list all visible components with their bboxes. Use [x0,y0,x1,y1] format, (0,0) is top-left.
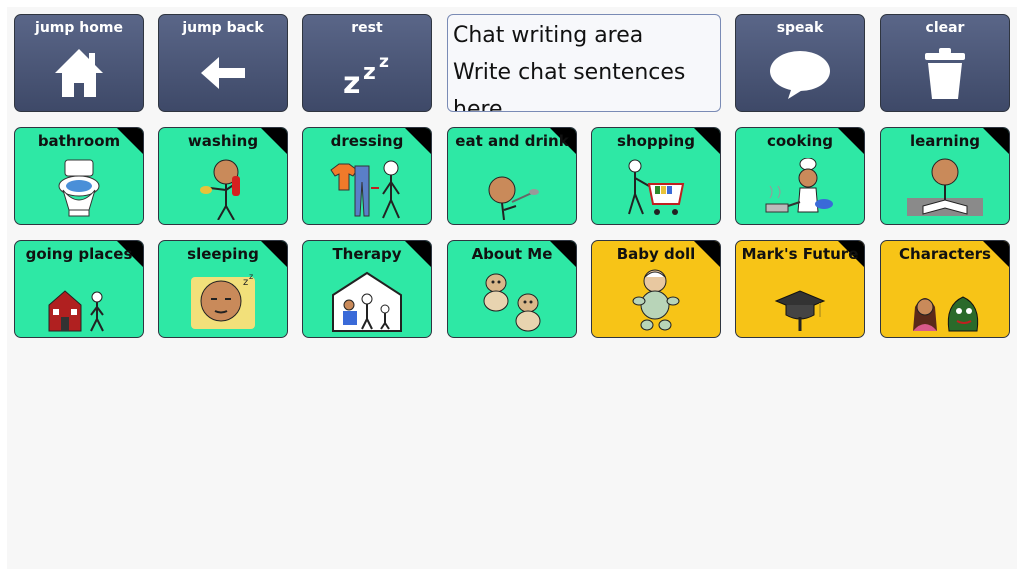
jump-home-button[interactable]: jump home [14,14,144,112]
toilet-icon [15,158,143,220]
rest-label: rest [351,20,383,36]
cell-eat-and-drink[interactable]: eat and drink [447,127,577,225]
jump-back-button[interactable]: jump back [158,14,288,112]
trash-can-icon [881,45,1009,105]
cell-label: shopping [617,132,695,150]
chat-line-1: Chat writing area [453,23,644,48]
cell-label: eat and drink [455,132,569,150]
cell-therapy[interactable]: Therapy [302,240,432,338]
jump-back-label: jump back [182,20,264,36]
cell-label: Mark's Future [741,245,859,263]
graduation-cap-icon [736,287,864,333]
speech-bubble-icon [736,45,864,105]
dogs-icon [448,267,576,333]
svg-text:z: z [363,60,376,85]
cell-going-places[interactable]: going places [14,240,144,338]
rest-button[interactable]: rest zzz [302,14,432,112]
person-reading-icon [881,158,1009,220]
house-and-person-icon [15,287,143,333]
chef-icon [736,158,864,220]
cell-learning[interactable]: learning [880,127,1010,225]
back-arrow-icon [159,45,287,105]
zzz-icon: zzz [303,45,431,105]
svg-text:z: z [243,277,248,288]
cell-washing[interactable]: washing [158,127,288,225]
chat-writing-area[interactable]: Chat writing area Write chat sentences h… [447,14,721,112]
chat-line-2: Write chat sentences [453,60,686,85]
cell-label: sleeping [187,245,259,263]
cell-label: dressing [330,132,404,150]
baby-icon [592,267,720,333]
cell-label: washing [187,132,259,150]
shopping-cart-icon [592,158,720,220]
cell-baby-doll[interactable]: Baby doll [591,240,721,338]
svg-text:z: z [343,66,360,101]
cell-bathroom[interactable]: bathroom [14,127,144,225]
cell-label: Therapy [332,245,402,263]
cell-label: cooking [766,132,834,150]
characters-icon [881,287,1009,333]
cell-label: Characters [899,245,991,263]
cell-label: going places [25,245,133,263]
home-icon [15,45,143,105]
speak-button[interactable]: speak [735,14,865,112]
person-washing-icon [159,158,287,220]
cell-label: Baby doll [616,245,696,263]
speak-label: speak [776,20,824,36]
person-eating-icon [448,174,576,220]
family-house-icon [303,271,431,333]
clear-button[interactable]: clear [880,14,1010,112]
cell-marks-future[interactable]: Mark's Future [735,240,865,338]
cell-shopping[interactable]: shopping [591,127,721,225]
jump-home-label: jump home [35,20,123,36]
cell-dressing[interactable]: dressing [302,127,432,225]
svg-text:z: z [249,272,253,281]
cell-label: bathroom [37,132,121,150]
cell-characters[interactable]: Characters [880,240,1010,338]
cell-sleeping[interactable]: sleeping zz [158,240,288,338]
cell-cooking[interactable]: cooking [735,127,865,225]
clear-label: clear [925,20,965,36]
cell-label: learning [909,132,981,150]
cell-label: About Me [471,245,553,263]
chat-line-3: here [453,97,503,112]
sleeping-face-icon: zz [159,271,287,333]
cell-about-me[interactable]: About Me [447,240,577,338]
svg-text:z: z [379,52,389,72]
clothes-icon [303,158,431,220]
